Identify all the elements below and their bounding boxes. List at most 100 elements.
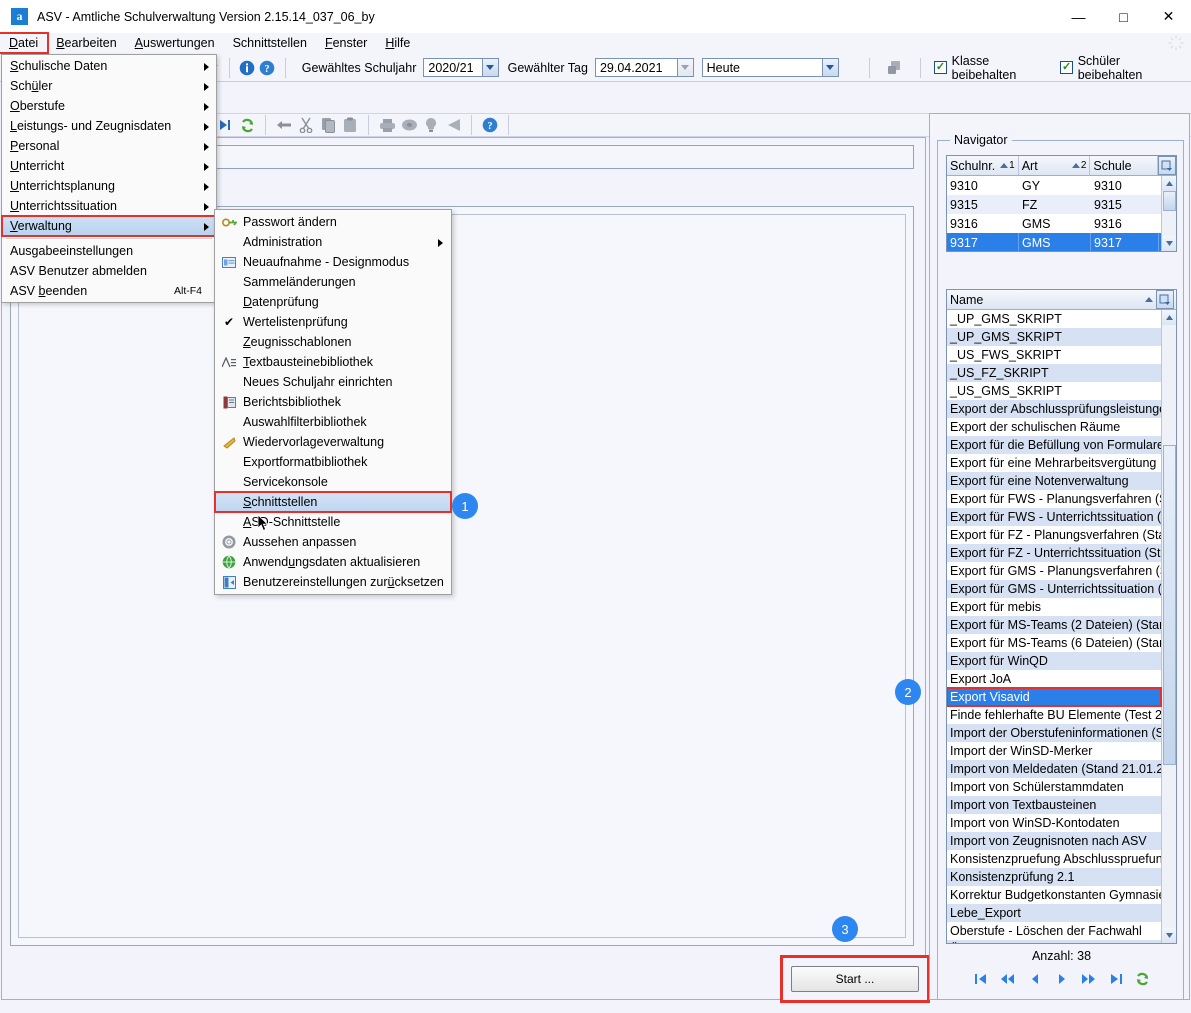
column-chooser-icon[interactable] (1158, 156, 1176, 175)
table-row[interactable]: 9310 GY 9310 (947, 176, 1176, 195)
stamp-icon[interactable] (398, 114, 420, 136)
list-item[interactable]: Export JoA (947, 670, 1161, 688)
chevron-down-icon-3[interactable] (821, 59, 838, 76)
verwaltung-item-16[interactable]: Aussehen anpassen (215, 532, 451, 552)
verwaltung-item-7[interactable]: Textbausteinebibliothek (215, 352, 451, 372)
scroll-up-icon[interactable] (1161, 176, 1176, 191)
list-item[interactable]: Konsistenzprüfung 2.1 (947, 868, 1161, 886)
verwaltung-item-13[interactable]: Servicekonsole (215, 472, 451, 492)
list-item[interactable]: Import von WinSD-Kontodaten (947, 814, 1161, 832)
prev-record-icon[interactable] (1026, 971, 1043, 988)
list-item[interactable]: Export der schulischen Räume (947, 418, 1161, 436)
schools-col-1[interactable]: Art 2 (1019, 156, 1091, 175)
menu-item-auswertungen[interactable]: Auswertungen (126, 34, 224, 52)
next-record-icon[interactable] (1053, 971, 1070, 988)
verwaltung-item-17[interactable]: Anwendungsdaten aktualisieren (215, 552, 451, 572)
verwaltung-item-1[interactable]: Administration (215, 232, 451, 252)
verwaltung-item-0[interactable]: Passwort ändern (215, 212, 451, 232)
list-item[interactable]: Export für FZ - Planungsverfahren (Stand… (947, 526, 1161, 544)
list-item[interactable]: Import von Schülerstammdaten (947, 778, 1161, 796)
list-item[interactable]: Export für FWS - Planungsverfahren (Sta.… (947, 490, 1161, 508)
datei-item-6[interactable]: Unterrichtsplanung (2, 176, 216, 196)
verwaltung-item-5[interactable]: ✔ Wertelistenprüfung (215, 312, 451, 332)
table-row[interactable]: 9316 GMS 9316 (947, 214, 1176, 233)
verwaltung-item-2[interactable]: Neuaufnahme - Designmodus (215, 252, 451, 272)
list-item[interactable]: Import der WinSD-Merker (947, 742, 1161, 760)
verwaltung-item-11[interactable]: Wiedervorlageverwaltung (215, 432, 451, 452)
goto-last-icon[interactable] (214, 114, 236, 136)
first-record-icon[interactable] (972, 971, 989, 988)
list-item[interactable]: Export für eine Mehrarbeitsvergütung (947, 454, 1161, 472)
close-button[interactable]: ✕ (1146, 0, 1191, 33)
schools-col-2[interactable]: Schule (1090, 156, 1159, 175)
copy-icon[interactable] (317, 114, 339, 136)
list-item[interactable]: Export für die Befüllung von Formularen.… (947, 436, 1161, 454)
list-item[interactable]: Import von Textbausteinen (947, 796, 1161, 814)
back-arrow-icon[interactable] (273, 114, 295, 136)
verwaltung-item-3[interactable]: Sammeländerungen (215, 272, 451, 292)
list-item[interactable]: Export für WinQD (947, 652, 1161, 670)
verwaltung-item-14[interactable]: Schnittstellen (214, 491, 452, 513)
list-item[interactable]: _US_GMS_SKRIPT (947, 382, 1161, 400)
verwaltung-item-18[interactable]: Benutzereinstellungen zurücksetzen (215, 572, 451, 592)
school-year-combo[interactable]: 2020/21 (423, 58, 499, 77)
list-item[interactable]: Export für GMS - Unterrichtssituation (S… (947, 580, 1161, 598)
list-item[interactable]: Export für FZ - Unterrichtssituation (St… (947, 544, 1161, 562)
verwaltung-item-15[interactable]: ASD-Schnittstelle (215, 512, 451, 532)
datei-item-4[interactable]: Personal (2, 136, 216, 156)
list-item[interactable]: Lebe_Export (947, 904, 1161, 922)
help-circle-icon[interactable]: ? (479, 114, 501, 136)
datei-item-0[interactable]: Schulische Daten (2, 56, 216, 76)
list-scroll-up-icon[interactable] (1161, 310, 1176, 325)
datei-item-2[interactable]: Oberstufe (2, 96, 216, 116)
list-item[interactable]: Übertrag abgeschlossene Pflichtfächer i.… (947, 940, 1161, 943)
list-item[interactable]: Export für FWS - Unterrichtssituation (S… (947, 508, 1161, 526)
fast-back-icon[interactable] (999, 971, 1016, 988)
list-item[interactable]: Import von Meldedaten (Stand 21.01.2019) (947, 760, 1161, 778)
table-row[interactable]: 9317 GMS 9317 (947, 233, 1176, 251)
menu-item-schnittstellen[interactable]: Schnittstellen (224, 34, 316, 52)
datei-item-8[interactable]: Verwaltung (1, 215, 217, 237)
print-icon[interactable] (376, 114, 398, 136)
verwaltung-item-8[interactable]: Neues Schuljahr einrichten (215, 372, 451, 392)
filter-icon[interactable] (442, 114, 464, 136)
list-item[interactable]: Export für GMS - Planungsverfahren (St..… (947, 562, 1161, 580)
chevron-down-icon[interactable] (481, 59, 498, 76)
datei-item-11[interactable]: ASV beenden Alt-F4 (2, 281, 216, 301)
verwaltung-item-4[interactable]: Datenprüfung (215, 292, 451, 312)
list-item[interactable]: Export für MS-Teams (6 Dateien) (Stand: … (947, 634, 1161, 652)
help-icon[interactable]: ? (257, 57, 278, 79)
list-item[interactable]: _UP_GMS_SKRIPT (947, 328, 1161, 346)
keep-class-checkbox[interactable]: ✓ Klasse beibehalten (934, 54, 1050, 82)
list-item[interactable]: _UP_GMS_SKRIPT (947, 310, 1161, 328)
list-item[interactable]: Export der Abschlussprüfungsleistunge... (947, 400, 1161, 418)
fast-forward-icon[interactable] (1080, 971, 1097, 988)
datei-item-9[interactable]: Ausgabeeinstellungen (2, 241, 216, 261)
info-icon[interactable] (236, 57, 257, 79)
interfaces-list-header[interactable]: Name (947, 290, 1176, 310)
paste-icon[interactable] (339, 114, 361, 136)
list-item[interactable]: _US_FZ_SKRIPT (947, 364, 1161, 382)
dock-restore-icon[interactable] (1163, 116, 1185, 136)
table-row[interactable]: 9315 FZ 9315 (947, 195, 1176, 214)
list-item[interactable]: Oberstufe - Löschen der Fachwahl (947, 922, 1161, 940)
day-preset-combo[interactable]: Heute (701, 58, 839, 77)
scroll-down-icon[interactable] (1161, 236, 1176, 251)
list-item[interactable]: _US_FWS_SKRIPT (947, 346, 1161, 364)
list-item[interactable]: Export Visavid (947, 687, 1162, 707)
datei-item-5[interactable]: Unterricht (2, 156, 216, 176)
datei-item-7[interactable]: Unterrichtssituation (2, 196, 216, 216)
verwaltung-item-9[interactable]: Berichtsbibliothek (215, 392, 451, 412)
menu-item-fenster[interactable]: Fenster (316, 34, 376, 52)
bulb-icon[interactable] (420, 114, 442, 136)
list-scroll-down-icon[interactable] (1161, 928, 1176, 943)
list-item[interactable]: Konsistenzpruefung Abschlusspruefung... (947, 850, 1161, 868)
list-item[interactable]: Korrektur Budgetkonstanten Gymnasien ... (947, 886, 1161, 904)
selected-day-combo[interactable]: 29.04.2021 (594, 58, 694, 77)
start-button[interactable]: Start ... (791, 966, 919, 992)
datei-item-1[interactable]: Schüler (2, 76, 216, 96)
schools-col-0[interactable]: Schulnr. 1 (947, 156, 1019, 175)
maximize-button[interactable]: □ (1101, 0, 1146, 33)
list-item[interactable]: Import der Oberstufeninformationen (St..… (947, 724, 1161, 742)
list-item[interactable]: Import von Zeugnisnoten nach ASV (947, 832, 1161, 850)
